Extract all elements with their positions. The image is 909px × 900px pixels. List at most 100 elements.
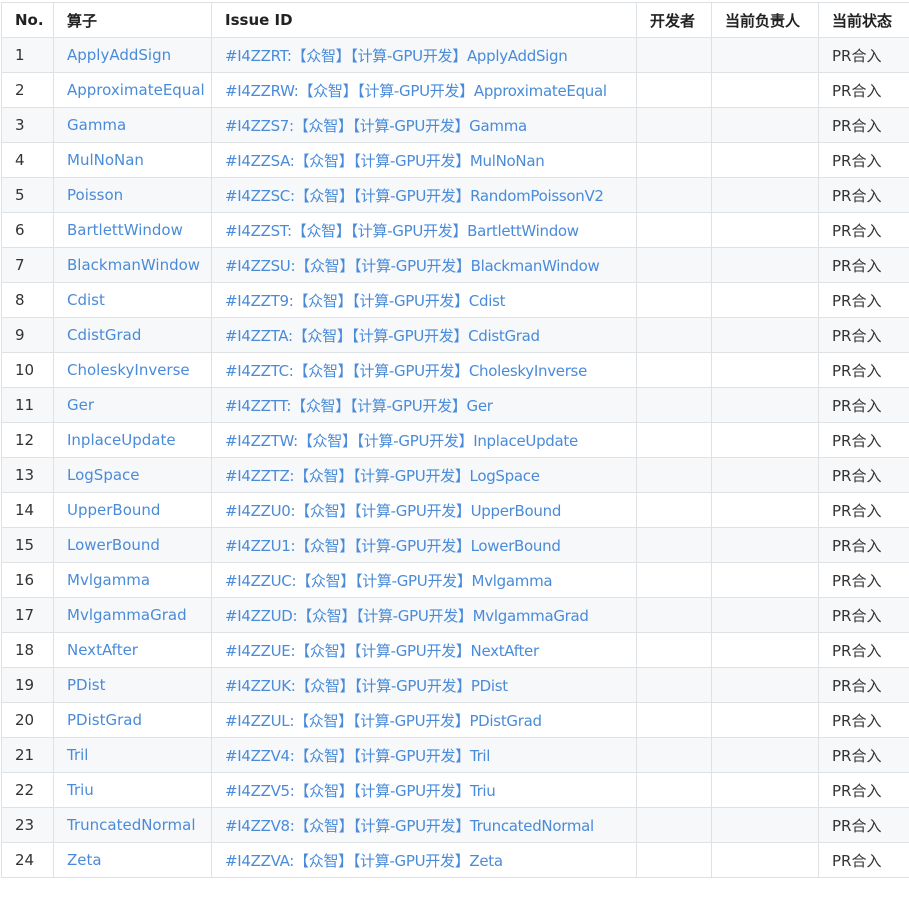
operator-link[interactable]: TruncatedNormal (53, 807, 212, 843)
table-row: 14 UpperBound #I4ZZU0:【众智】【计算-GPU开发】Uppe… (1, 492, 909, 528)
owner-cell (711, 527, 819, 563)
operator-link[interactable]: LogSpace (53, 457, 212, 493)
operator-link[interactable]: PDistGrad (53, 702, 212, 738)
operator-link[interactable]: BartlettWindow (53, 212, 212, 248)
operator-link[interactable]: PDist (53, 667, 212, 703)
operator-link[interactable]: NextAfter (53, 632, 212, 668)
row-number: 21 (1, 737, 54, 773)
row-number: 14 (1, 492, 54, 528)
issue-link[interactable]: #I4ZZTA:【众智】【计算-GPU开发】CdistGrad (211, 317, 637, 353)
status-cell: PR合入 (818, 737, 909, 773)
developer-cell (636, 597, 712, 633)
table-row: 22 Triu #I4ZZV5:【众智】【计算-GPU开发】Triu PR合入 (1, 772, 909, 808)
issue-link[interactable]: #I4ZZTT:【众智】【计算-GPU开发】Ger (211, 387, 637, 423)
table-row: 24 Zeta #I4ZZVA:【众智】【计算-GPU开发】Zeta PR合入 (1, 842, 909, 878)
table-row: 18 NextAfter #I4ZZUE:【众智】【计算-GPU开发】NextA… (1, 632, 909, 668)
issue-link[interactable]: #I4ZZST:【众智】【计算-GPU开发】BartlettWindow (211, 212, 637, 248)
header-issue-id: Issue ID (211, 2, 637, 38)
issue-link[interactable]: #I4ZZRW:【众智】【计算-GPU开发】ApproximateEqual (211, 72, 637, 108)
operator-link[interactable]: ApproximateEqual (53, 72, 212, 108)
operator-link[interactable]: Cdist (53, 282, 212, 318)
issue-link[interactable]: #I4ZZUL:【众智】【计算-GPU开发】PDistGrad (211, 702, 637, 738)
issue-link[interactable]: #I4ZZSU:【众智】【计算-GPU开发】BlackmanWindow (211, 247, 637, 283)
operator-link[interactable]: ApplyAddSign (53, 37, 212, 73)
owner-cell (711, 457, 819, 493)
status-cell: PR合入 (818, 667, 909, 703)
table-row: 12 InplaceUpdate #I4ZZTW:【众智】【计算-GPU开发】I… (1, 422, 909, 458)
status-cell: PR合入 (818, 72, 909, 108)
row-number: 13 (1, 457, 54, 493)
operator-link[interactable]: Tril (53, 737, 212, 773)
issue-link[interactable]: #I4ZZSA:【众智】【计算-GPU开发】MulNoNan (211, 142, 637, 178)
operator-link[interactable]: BlackmanWindow (53, 247, 212, 283)
operator-link[interactable]: Gamma (53, 107, 212, 143)
table-row: 11 Ger #I4ZZTT:【众智】【计算-GPU开发】Ger PR合入 (1, 387, 909, 423)
developer-cell (636, 527, 712, 563)
issue-link[interactable]: #I4ZZS7:【众智】【计算-GPU开发】Gamma (211, 107, 637, 143)
operator-link[interactable]: InplaceUpdate (53, 422, 212, 458)
owner-cell (711, 702, 819, 738)
operator-link[interactable]: MulNoNan (53, 142, 212, 178)
row-number: 2 (1, 72, 54, 108)
issue-link[interactable]: #I4ZZUK:【众智】【计算-GPU开发】PDist (211, 667, 637, 703)
issue-link[interactable]: #I4ZZU1:【众智】【计算-GPU开发】LowerBound (211, 527, 637, 563)
developer-cell (636, 457, 712, 493)
issue-link[interactable]: #I4ZZV5:【众智】【计算-GPU开发】Triu (211, 772, 637, 808)
operator-link[interactable]: Ger (53, 387, 212, 423)
operator-link[interactable]: MvlgammaGrad (53, 597, 212, 633)
issue-link[interactable]: #I4ZZV4:【众智】【计算-GPU开发】Tril (211, 737, 637, 773)
issue-link[interactable]: #I4ZZRT:【众智】【计算-GPU开发】ApplyAddSign (211, 37, 637, 73)
owner-cell (711, 387, 819, 423)
table-row: 10 CholeskyInverse #I4ZZTC:【众智】【计算-GPU开发… (1, 352, 909, 388)
status-cell: PR合入 (818, 702, 909, 738)
operator-link[interactable]: CdistGrad (53, 317, 212, 353)
developer-cell (636, 212, 712, 248)
issue-link[interactable]: #I4ZZV8:【众智】【计算-GPU开发】TruncatedNormal (211, 807, 637, 843)
issue-link[interactable]: #I4ZZUE:【众智】【计算-GPU开发】NextAfter (211, 632, 637, 668)
row-number: 12 (1, 422, 54, 458)
table-row: 3 Gamma #I4ZZS7:【众智】【计算-GPU开发】Gamma PR合入 (1, 107, 909, 143)
status-cell: PR合入 (818, 562, 909, 598)
table-row: 2 ApproximateEqual #I4ZZRW:【众智】【计算-GPU开发… (1, 72, 909, 108)
row-number: 24 (1, 842, 54, 878)
developer-cell (636, 247, 712, 283)
operator-link[interactable]: Zeta (53, 842, 212, 878)
status-cell: PR合入 (818, 807, 909, 843)
issue-link[interactable]: #I4ZZSC:【众智】【计算-GPU开发】RandomPoissonV2 (211, 177, 637, 213)
table-row: 5 Poisson #I4ZZSC:【众智】【计算-GPU开发】RandomPo… (1, 177, 909, 213)
owner-cell (711, 807, 819, 843)
status-cell: PR合入 (818, 177, 909, 213)
owner-cell (711, 37, 819, 73)
operator-link[interactable]: CholeskyInverse (53, 352, 212, 388)
status-cell: PR合入 (818, 422, 909, 458)
owner-cell (711, 352, 819, 388)
operator-link[interactable]: Mvlgamma (53, 562, 212, 598)
issue-link[interactable]: #I4ZZUC:【众智】【计算-GPU开发】Mvlgamma (211, 562, 637, 598)
issue-link[interactable]: #I4ZZVA:【众智】【计算-GPU开发】Zeta (211, 842, 637, 878)
developer-cell (636, 387, 712, 423)
issue-link[interactable]: #I4ZZUD:【众智】【计算-GPU开发】MvlgammaGrad (211, 597, 637, 633)
owner-cell (711, 422, 819, 458)
status-cell: PR合入 (818, 597, 909, 633)
table-row: 23 TruncatedNormal #I4ZZV8:【众智】【计算-GPU开发… (1, 807, 909, 843)
row-number: 5 (1, 177, 54, 213)
row-number: 1 (1, 37, 54, 73)
developer-cell (636, 562, 712, 598)
table-row: 8 Cdist #I4ZZT9:【众智】【计算-GPU开发】Cdist PR合入 (1, 282, 909, 318)
owner-cell (711, 772, 819, 808)
owner-cell (711, 632, 819, 668)
issue-link[interactable]: #I4ZZU0:【众智】【计算-GPU开发】UpperBound (211, 492, 637, 528)
operator-link[interactable]: Triu (53, 772, 212, 808)
issue-link[interactable]: #I4ZZTZ:【众智】【计算-GPU开发】LogSpace (211, 457, 637, 493)
issue-link[interactable]: #I4ZZT9:【众智】【计算-GPU开发】Cdist (211, 282, 637, 318)
status-cell: PR合入 (818, 352, 909, 388)
row-number: 19 (1, 667, 54, 703)
issue-link[interactable]: #I4ZZTW:【众智】【计算-GPU开发】InplaceUpdate (211, 422, 637, 458)
operator-link[interactable]: LowerBound (53, 527, 212, 563)
operator-link[interactable]: Poisson (53, 177, 212, 213)
issue-link[interactable]: #I4ZZTC:【众智】【计算-GPU开发】CholeskyInverse (211, 352, 637, 388)
operator-link[interactable]: UpperBound (53, 492, 212, 528)
developer-cell (636, 352, 712, 388)
table-row: 15 LowerBound #I4ZZU1:【众智】【计算-GPU开发】Lowe… (1, 527, 909, 563)
developer-cell (636, 107, 712, 143)
